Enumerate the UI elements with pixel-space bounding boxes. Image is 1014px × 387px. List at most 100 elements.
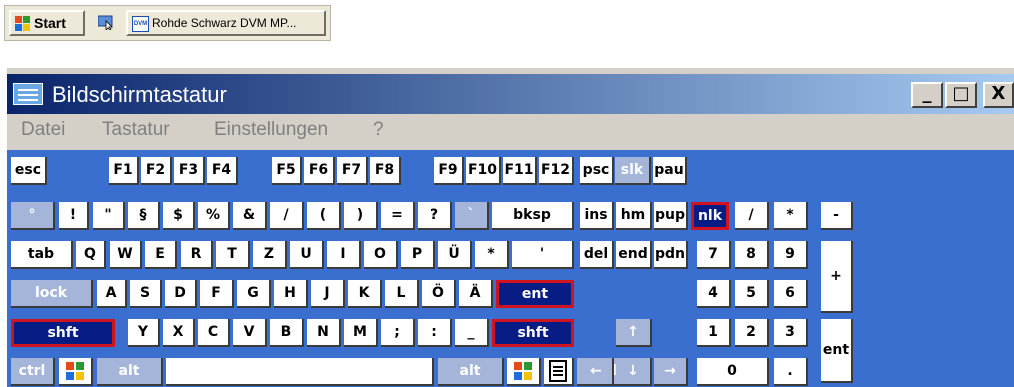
key-7[interactable]: / <box>270 202 304 230</box>
key-tab[interactable]: tab <box>11 241 73 269</box>
key-space[interactable] <box>166 358 434 386</box>
show-desktop-icon[interactable] <box>98 15 114 30</box>
key-v[interactable]: V <box>233 319 267 347</box>
key-f1[interactable]: F1 <box>109 157 139 185</box>
key-6[interactable]: & <box>233 202 267 230</box>
key-f3[interactable]: F3 <box>174 157 205 185</box>
key-q[interactable]: Q <box>76 241 106 269</box>
key-pgup[interactable]: pup <box>654 202 688 230</box>
key-y[interactable]: Y <box>128 319 160 347</box>
key-e[interactable]: E <box>145 241 177 269</box>
key-end[interactable]: end <box>616 241 652 269</box>
key-left-arrow[interactable]: ← <box>580 358 614 386</box>
key-f5[interactable]: F5 <box>272 157 302 185</box>
key-f9[interactable]: F9 <box>434 157 464 185</box>
key-num-6[interactable]: 6 <box>774 280 808 308</box>
key-0[interactable]: = <box>381 202 415 230</box>
taskbar-item-rohde-schwarz-dvm[interactable]: DVM Rohde Schwarz DVM MP... <box>126 10 326 36</box>
minimize-button[interactable]: _ <box>911 82 943 108</box>
key-h[interactable]: H <box>274 280 308 308</box>
key-ae[interactable]: Ä <box>459 280 493 308</box>
maximize-button[interactable]: □ <box>945 82 977 108</box>
key-9[interactable]: ) <box>344 202 378 230</box>
key-enter[interactable]: ent <box>496 280 574 308</box>
key-grave[interactable]: ° <box>11 202 55 230</box>
key-num-5[interactable]: 5 <box>735 280 769 308</box>
key-menu[interactable] <box>544 358 574 386</box>
key-f12[interactable]: F12 <box>539 157 574 185</box>
key-num-add[interactable]: + <box>821 241 853 313</box>
key-f8[interactable]: F8 <box>370 157 401 185</box>
key-left-windows[interactable] <box>59 358 93 386</box>
key-num-decimal[interactable]: . <box>774 358 808 386</box>
key-bksp[interactable]: bksp <box>492 202 574 230</box>
key-j[interactable]: J <box>311 280 345 308</box>
key-f11[interactable]: F11 <box>503 157 537 185</box>
key-down-arrow[interactable]: ↓ <box>616 358 652 386</box>
start-button[interactable]: Start <box>9 10 85 36</box>
key-num-0[interactable]: 0 <box>697 358 769 386</box>
key-num-1[interactable]: 1 <box>697 319 731 347</box>
key-left-shift[interactable]: shft <box>11 319 115 347</box>
key-num-divide[interactable]: / <box>735 202 769 230</box>
key-b[interactable]: B <box>270 319 304 347</box>
key-2[interactable]: " <box>93 202 125 230</box>
key-sz[interactable]: ? <box>418 202 452 230</box>
key-esc[interactable]: esc <box>11 157 47 185</box>
key-altgr[interactable]: alt <box>438 358 504 386</box>
key-n[interactable]: N <box>307 319 341 347</box>
key-l[interactable]: L <box>385 280 419 308</box>
key-x[interactable]: X <box>163 319 195 347</box>
menu-tastatur[interactable]: Tastatur <box>102 119 170 141</box>
key-comma[interactable]: ; <box>381 319 415 347</box>
key-num-multiply[interactable]: * <box>774 202 808 230</box>
key-f[interactable]: F <box>200 280 234 308</box>
key-num-4[interactable]: 4 <box>697 280 731 308</box>
key-num-8[interactable]: 8 <box>735 241 769 269</box>
key-alt[interactable]: alt <box>97 358 163 386</box>
key-g[interactable]: G <box>237 280 271 308</box>
key-o[interactable]: O <box>364 241 398 269</box>
key-right-shift[interactable]: shft <box>492 319 574 347</box>
key-period[interactable]: : <box>418 319 452 347</box>
key-ue[interactable]: Ü <box>438 241 472 269</box>
key-k[interactable]: K <box>348 280 382 308</box>
key-up-arrow[interactable]: ↑ <box>616 319 652 347</box>
key-a[interactable]: A <box>97 280 127 308</box>
key-right-arrow[interactable]: → <box>654 358 688 386</box>
key-f4[interactable]: F4 <box>207 157 238 185</box>
close-button[interactable]: X <box>983 82 1014 108</box>
key-ins[interactable]: ins <box>580 202 614 230</box>
menu-help[interactable]: ? <box>373 119 384 141</box>
key-t[interactable]: T <box>216 241 250 269</box>
key-5[interactable]: % <box>198 202 230 230</box>
key-capslock[interactable]: lock <box>11 280 93 308</box>
key-slk[interactable]: slk <box>615 157 651 185</box>
key-u[interactable]: U <box>290 241 324 269</box>
menu-einstellungen[interactable]: Einstellungen <box>214 119 328 141</box>
key-num-9[interactable]: 9 <box>774 241 808 269</box>
key-psc[interactable]: psc <box>580 157 614 185</box>
key-i[interactable]: I <box>327 241 361 269</box>
key-pgdn[interactable]: pdn <box>654 241 688 269</box>
key-c[interactable]: C <box>198 319 230 347</box>
key-s[interactable]: S <box>130 280 162 308</box>
key-plus[interactable]: * <box>475 241 509 269</box>
key-r[interactable]: R <box>181 241 213 269</box>
key-d[interactable]: D <box>165 280 197 308</box>
key-acute[interactable]: ` <box>455 202 489 230</box>
key-num-3[interactable]: 3 <box>774 319 808 347</box>
key-hash[interactable]: ' <box>512 241 574 269</box>
key-f2[interactable]: F2 <box>141 157 172 185</box>
key-minus[interactable]: _ <box>455 319 489 347</box>
key-del[interactable]: del <box>580 241 614 269</box>
menu-datei[interactable]: Datei <box>21 119 65 141</box>
key-1[interactable]: ! <box>59 202 89 230</box>
key-oe[interactable]: Ö <box>422 280 456 308</box>
title-bar[interactable]: Bildschirmtastatur _ □ X <box>7 74 1014 114</box>
key-left-ctrl[interactable]: ctrl <box>11 358 55 386</box>
key-4[interactable]: $ <box>163 202 195 230</box>
key-m[interactable]: M <box>344 319 378 347</box>
key-home[interactable]: hm <box>616 202 652 230</box>
key-num-7[interactable]: 7 <box>697 241 731 269</box>
